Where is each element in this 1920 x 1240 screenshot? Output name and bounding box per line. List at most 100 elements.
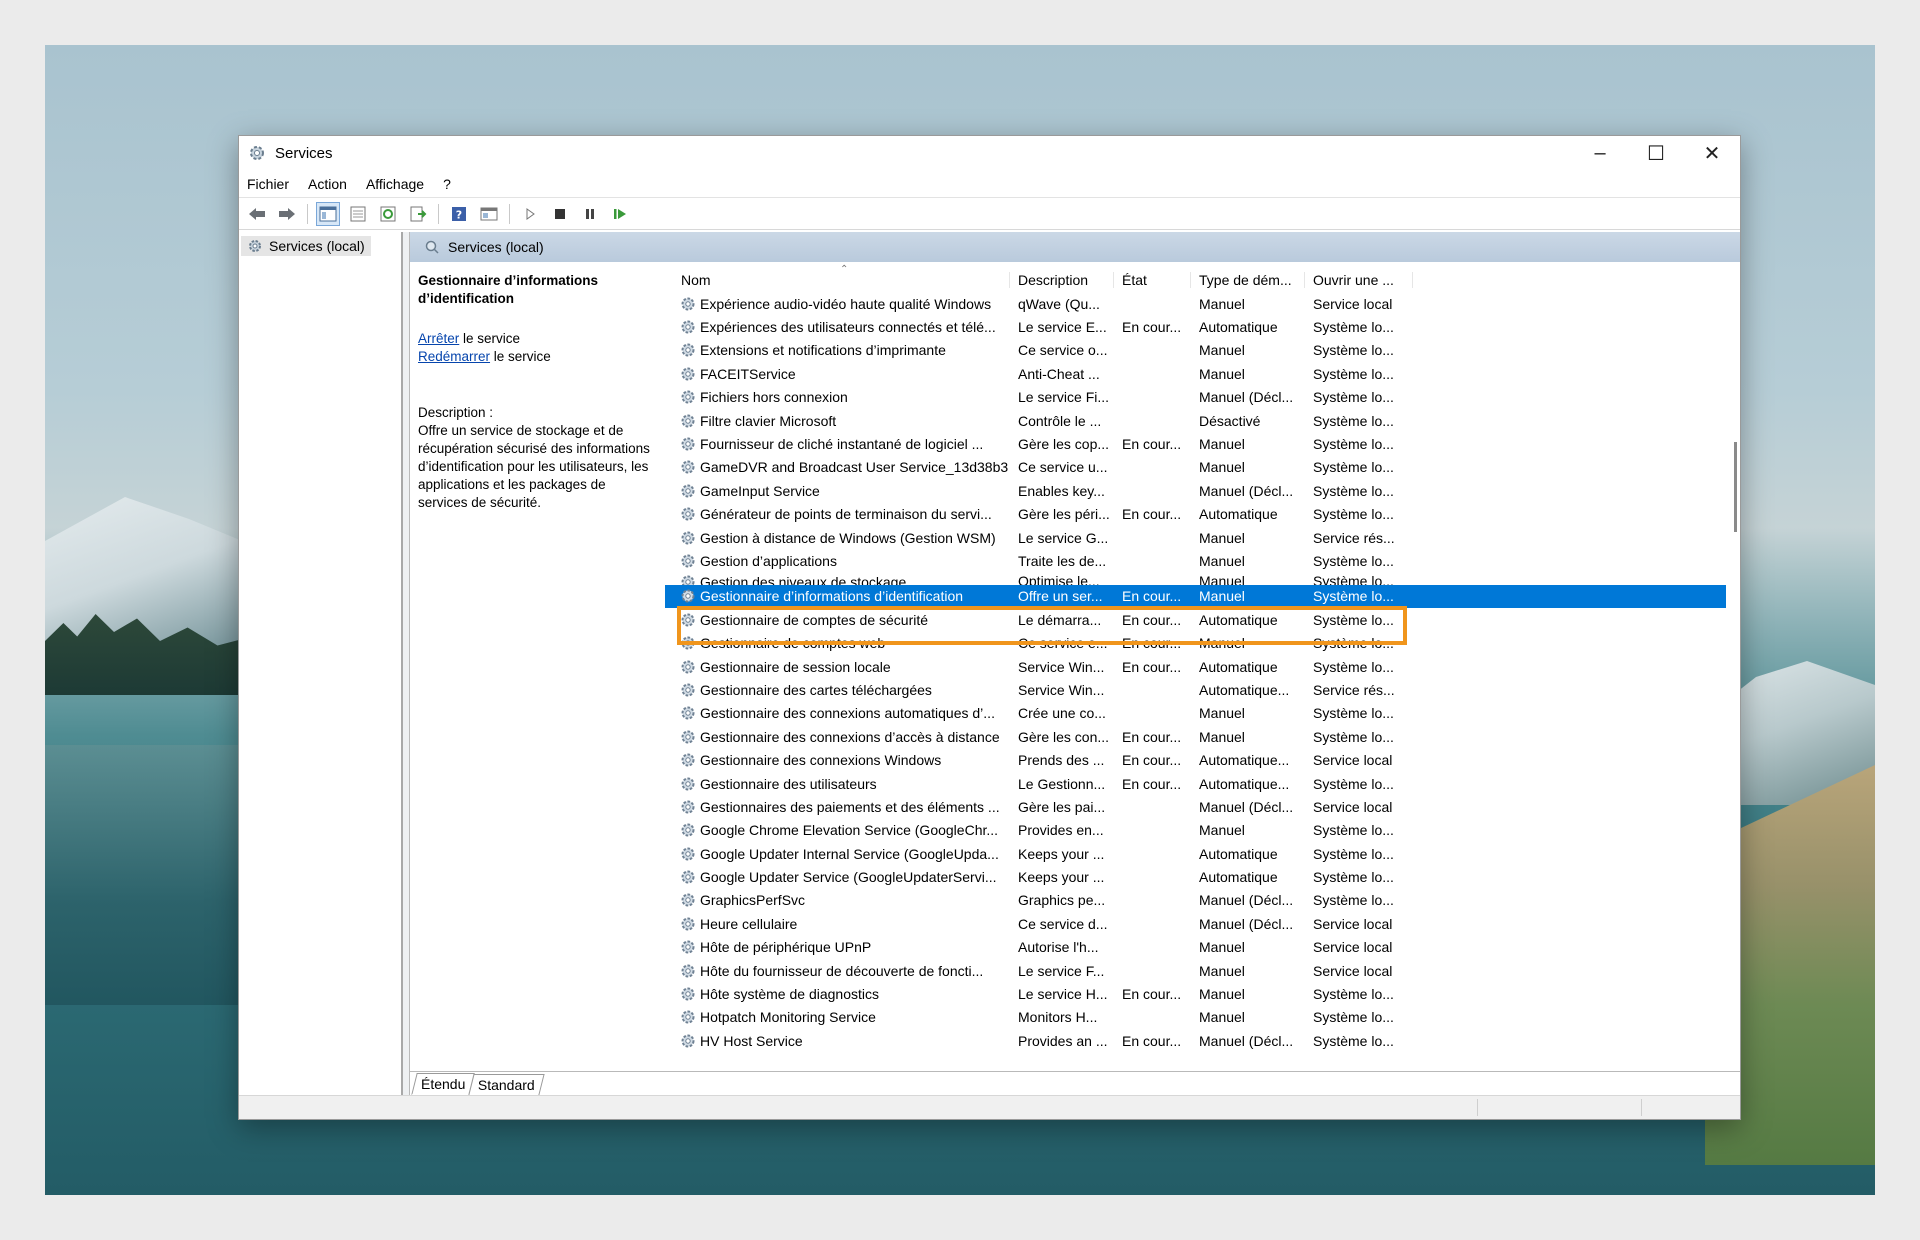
column-header-logon-as[interactable]: Ouvrir une ...: [1305, 272, 1413, 288]
restart-service-link[interactable]: Redémarrer: [418, 349, 490, 364]
maximize-button[interactable]: ☐: [1628, 136, 1684, 170]
description-label: Description :: [418, 405, 494, 420]
cell-logon-as: Système lo...: [1313, 365, 1394, 382]
table-row[interactable]: Extensions et notifications d’imprimante…: [665, 339, 1740, 362]
menu-affichage[interactable]: Affichage: [366, 176, 424, 192]
services-pane: Services (local) Gestionnaire d’informat…: [409, 232, 1740, 1095]
table-row[interactable]: Google Updater Service (GoogleUpdaterSer…: [665, 865, 1740, 888]
table-row[interactable]: Gestionnaires des paiements et des éléme…: [665, 795, 1740, 818]
menu-help[interactable]: ?: [443, 176, 451, 192]
cell-logon-as: Service local: [1313, 962, 1393, 979]
start-service-icon[interactable]: [518, 202, 542, 226]
close-button[interactable]: ✕: [1684, 136, 1740, 170]
cell-name: Google Chrome Elevation Service (GoogleC…: [700, 822, 999, 839]
table-row[interactable]: Heure cellulaire Ce service d... Manuel (D…: [665, 912, 1740, 935]
cell-state: En cour...: [1122, 588, 1182, 605]
export-list-icon[interactable]: [406, 202, 430, 226]
window-title: Services: [275, 144, 333, 162]
table-row[interactable]: Gestionnaire d’informations d’identifica…: [665, 584, 1740, 609]
cell-logon-as: Système lo...: [1313, 1009, 1394, 1026]
table-row[interactable]: Gestion des niveaux de stockage Optimise …: [665, 573, 1740, 585]
restart-service-icon[interactable]: [608, 202, 632, 226]
cell-logon-as: Service local: [1313, 939, 1393, 956]
properties-icon[interactable]: [346, 202, 370, 226]
menu-action[interactable]: Action: [308, 176, 347, 192]
table-row[interactable]: GraphicsPerfSvc Graphics pe... Manuel (Déc…: [665, 889, 1740, 912]
table-row[interactable]: Hotpatch Monitoring Service Monitors H...…: [665, 1006, 1740, 1029]
help-icon[interactable]: ?: [447, 202, 471, 226]
cell-description: Monitors H...: [1018, 1009, 1098, 1026]
table-row[interactable]: Gestionnaire des connexions d’accès à di…: [665, 725, 1740, 748]
refresh-icon[interactable]: [376, 202, 400, 226]
table-row[interactable]: GameInput Service Enables key... Manuel (D…: [665, 479, 1740, 502]
vertical-scrollbar[interactable]: [1726, 262, 1740, 1071]
table-row[interactable]: Générateur de points de terminaison du s…: [665, 503, 1740, 526]
cell-logon-as: Système lo...: [1313, 892, 1394, 909]
title-bar[interactable]: Services – ☐ ✕: [239, 136, 1740, 170]
column-header-startup-type[interactable]: Type de dém...: [1191, 272, 1305, 288]
service-gear-icon: [681, 414, 695, 428]
column-header-description[interactable]: Description: [1010, 272, 1114, 288]
stop-service-link[interactable]: Arrêter: [418, 331, 459, 346]
cell-startup-type: Manuel: [1199, 822, 1245, 839]
minimize-button[interactable]: –: [1572, 136, 1628, 170]
cell-logon-as: Service local: [1313, 798, 1393, 815]
cell-startup-type: Automatique: [1199, 845, 1278, 862]
console-tree-icon[interactable]: [316, 201, 340, 226]
table-row[interactable]: Fournisseur de cliché instantané de logi…: [665, 432, 1740, 455]
cell-name-wrapper: Gestion d’applications: [665, 552, 1010, 570]
table-row[interactable]: Gestion à distance de Windows (Gestion W…: [665, 526, 1740, 549]
table-row[interactable]: Expérience audio-vidéo haute qualité Win…: [665, 292, 1740, 315]
table-row[interactable]: Google Updater Internal Service (GoogleU…: [665, 842, 1740, 865]
table-row[interactable]: GameDVR and Broadcast User Service_13d38…: [665, 456, 1740, 479]
cell-logon-as: Système lo...: [1313, 1032, 1394, 1049]
cell-startup-type: Manuel: [1199, 635, 1245, 652]
status-separator: [1477, 1099, 1478, 1116]
table-row[interactable]: Google Chrome Elevation Service (GoogleC…: [665, 819, 1740, 842]
show-hide-pane-icon[interactable]: [477, 202, 501, 226]
table-row[interactable]: Filtre clavier Microsoft Contrôle le ... D…: [665, 409, 1740, 432]
cell-name: Hôte système de diagnostics: [700, 986, 879, 1003]
menu-fichier[interactable]: Fichier: [247, 176, 289, 192]
table-row[interactable]: Fichiers hors connexion Le service Fi... M…: [665, 386, 1740, 409]
cell-description: Ce service u...: [1018, 459, 1108, 476]
service-gear-icon: [681, 343, 695, 357]
table-row[interactable]: Gestionnaire de comptes de sécurité Le dé…: [665, 608, 1740, 631]
cell-startup-type: Automatique: [1199, 869, 1278, 886]
column-header-name[interactable]: Nom: [665, 272, 1010, 288]
cell-startup-type: Automatique: [1199, 319, 1278, 336]
tab-standard[interactable]: Standard: [468, 1074, 545, 1095]
cell-state: En cour...: [1122, 658, 1182, 675]
table-row[interactable]: Hôte du fournisseur de découverte de fon…: [665, 959, 1740, 982]
table-row[interactable]: Gestionnaire des connexions Windows Prend…: [665, 748, 1740, 771]
svg-text:?: ?: [456, 208, 462, 221]
cell-state: En cour...: [1122, 986, 1182, 1003]
table-row[interactable]: Gestionnaire de session locale Service Wi…: [665, 655, 1740, 678]
back-icon[interactable]: [245, 202, 269, 226]
service-gear-icon: [681, 893, 695, 907]
table-row[interactable]: Hôte système de diagnostics Le service H.…: [665, 982, 1740, 1005]
tab-extended[interactable]: Étendu: [411, 1073, 476, 1095]
table-row[interactable]: Gestionnaire des connexions automatiques…: [665, 702, 1740, 725]
scrollbar-thumb[interactable]: [1734, 442, 1737, 532]
table-row[interactable]: HV Host Service Provides an ... En cour...…: [665, 1029, 1740, 1052]
table-row[interactable]: Gestionnaire de comptes web Ce service e.…: [665, 631, 1740, 654]
cell-name: Hotpatch Monitoring Service: [700, 1009, 876, 1026]
service-gear-icon: [681, 367, 695, 381]
column-header-state[interactable]: État: [1114, 272, 1191, 288]
table-row[interactable]: Expériences des utilisateurs connectés e…: [665, 315, 1740, 338]
cell-logon-as: Service local: [1313, 915, 1393, 932]
cell-startup-type: Manuel: [1199, 962, 1245, 979]
table-row[interactable]: Gestionnaire des utilisateurs Le Gestionn…: [665, 772, 1740, 795]
table-row[interactable]: Gestionnaire des cartes téléchargées Serv…: [665, 678, 1740, 701]
stop-service-icon[interactable]: [548, 202, 572, 226]
table-row[interactable]: FACEITService Anti-Cheat ... Manuel Système…: [665, 362, 1740, 385]
table-row[interactable]: Gestion d’applications Traite les de... Ma…: [665, 549, 1740, 572]
table-row[interactable]: Hôte de périphérique UPnP Autorise l'h...…: [665, 936, 1740, 959]
service-details-panel: Gestionnaire d’informations d’identifica…: [410, 262, 665, 1071]
cell-name: GameDVR and Broadcast User Service_13d38…: [700, 459, 1009, 476]
forward-icon[interactable]: [275, 202, 299, 226]
tree-item-services-local[interactable]: Services (local): [241, 236, 371, 256]
cell-name-wrapper: Gestion des niveaux de stockage: [665, 573, 1010, 585]
pause-service-icon[interactable]: [578, 202, 602, 226]
